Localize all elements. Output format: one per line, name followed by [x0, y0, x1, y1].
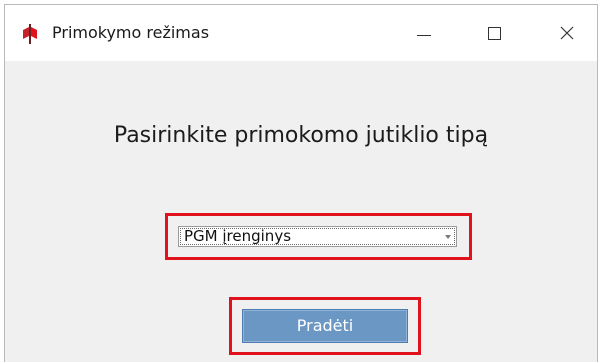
start-button[interactable]: Pradėti — [242, 309, 408, 343]
minimize-button[interactable] — [395, 5, 453, 61]
page-heading: Pasirinkite primokomo jutiklio tipą — [113, 123, 489, 148]
window-title: Primokymo režimas — [52, 23, 210, 42]
maximize-icon — [487, 26, 501, 40]
title-bar[interactable]: Primokymo režimas — [5, 5, 597, 61]
button-highlight-frame: Pradėti — [229, 297, 421, 355]
maximize-button[interactable] — [465, 5, 523, 61]
close-icon — [560, 26, 574, 40]
minimize-icon — [417, 34, 431, 36]
close-button[interactable] — [538, 5, 596, 61]
training-mode-window: Primokymo režimas Pasirinkite primokomo … — [4, 4, 598, 362]
app-icon — [23, 24, 37, 44]
chevron-down-icon — [445, 235, 451, 239]
select-highlight-frame: PGM įrenginys — [165, 213, 472, 260]
device-type-select[interactable]: PGM įrenginys — [178, 226, 457, 247]
device-type-selected-value: PGM įrenginys — [184, 227, 292, 245]
window-content: Pasirinkite primokomo jutiklio tipą PGM … — [5, 61, 597, 362]
